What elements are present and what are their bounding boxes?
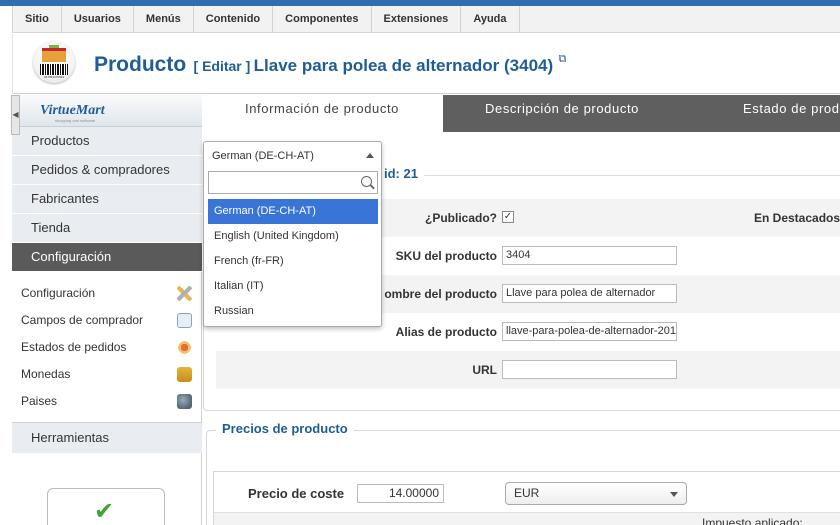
currency-select[interactable]: EUR [505, 482, 687, 505]
url-label: URL [472, 363, 497, 377]
tab-informacion[interactable]: Información de producto [203, 95, 443, 132]
language-search-input[interactable] [208, 171, 378, 194]
save-button[interactable]: ✔ [47, 488, 165, 525]
submenu-label: Paises [21, 394, 58, 408]
page-title-action: [ Editar ] [193, 58, 251, 74]
submenu-label: Configuración [21, 286, 96, 300]
language-option[interactable]: German (DE-CH-AT) [208, 199, 378, 224]
alias-input[interactable]: llave-para-polea-de-alternador-2014-( [502, 322, 677, 341]
cost-label: Precio de coste [248, 486, 345, 501]
search-icon [361, 176, 372, 187]
legend-rule [404, 175, 840, 176]
sidebar-item-tienda[interactable]: Tienda [12, 214, 202, 243]
language-option[interactable]: Italian (IT) [208, 274, 378, 299]
sidebar-submenu: Configuración Campos de comprador Estado… [12, 280, 202, 415]
menu-contenido[interactable]: Contenido [194, 6, 274, 33]
menu-extensiones[interactable]: Extensiones [372, 6, 462, 33]
sku-label: SKU del producto [395, 249, 497, 263]
sidebar-item-configuracion[interactable]: Configuración [12, 243, 202, 272]
url-input[interactable] [502, 360, 677, 379]
prices-table: Precio de coste 14.00000 EUR Impuesto ap… [213, 471, 840, 525]
form-icon [177, 313, 192, 328]
menu-sitio[interactable]: Sitio [12, 6, 62, 33]
external-link-icon[interactable]: ⧉ [559, 53, 567, 65]
submenu-label: Estados de pedidos [21, 340, 127, 354]
submenu-item-monedas[interactable]: Monedas [12, 361, 202, 388]
checkmark-icon: ✔ [94, 498, 115, 525]
menu-ayuda[interactable]: Ayuda [461, 6, 520, 33]
submenu-item-estados[interactable]: Estados de pedidos [12, 334, 202, 361]
sidebar: VirtueMart shopping cart software Produc… [12, 95, 202, 525]
language-option[interactable]: English (United Kingdom) [208, 224, 378, 249]
published-label: ¿Publicado? [425, 211, 497, 225]
sidebar-item-fabricantes[interactable]: Fabricantes [12, 185, 202, 214]
sidebar-menu: Productos Pedidos & compradores Fabrican… [12, 127, 202, 272]
name-label: ombre del producto [384, 287, 497, 301]
virtuemart-logo-subtext: shopping cart software [55, 118, 96, 123]
product-name-input[interactable]: Llave para polea de alternador [502, 284, 677, 303]
language-dropdown[interactable]: German (DE-CH-AT) German (DE-CH-AT) Engl… [203, 141, 382, 327]
alias-label: Alias de producto [395, 325, 497, 339]
submenu-label: Monedas [21, 367, 71, 381]
chevron-up-icon [366, 153, 374, 158]
status-icon [177, 340, 192, 355]
prices-legend: Precios de producto [216, 421, 354, 436]
sidebar-collapse-handle[interactable]: ◀ [11, 95, 20, 135]
language-option[interactable]: Russian [208, 299, 378, 324]
language-selected[interactable]: German (DE-CH-AT) [204, 142, 381, 171]
page-title: Producto [ Editar ] Llave para polea de … [94, 53, 566, 77]
menu-menus[interactable]: Menús [134, 6, 194, 33]
product-icon: 067894375693 [33, 41, 75, 83]
chevron-down-icon [670, 492, 678, 497]
submenu-item-paises[interactable]: Paises [12, 388, 202, 415]
featured-label: En Destacados [754, 211, 840, 225]
admin-menubar: Sitio Usuarios Menús Contenido Component… [12, 6, 840, 33]
page-title-section: Producto [94, 53, 187, 76]
url-row: URL [216, 351, 840, 389]
tax-label-text: Impuesto aplicado: [702, 516, 803, 525]
virtuemart-logo-text: VirtueMart [40, 103, 105, 118]
page-header: 067894375693 Producto [ Editar ] Llave p… [12, 34, 840, 94]
submenu-label: Campos de comprador [21, 313, 144, 327]
sidebar-item-herramientas[interactable]: Herramientas [12, 422, 202, 453]
sidebar-item-pedidos[interactable]: Pedidos & compradores [12, 156, 202, 185]
coins-icon [177, 367, 192, 382]
tab-descripcion[interactable]: Descripción de producto [485, 95, 639, 132]
legend-rule [357, 430, 840, 431]
globe-icon [177, 394, 192, 409]
language-option[interactable]: French (fr-FR) [208, 249, 378, 274]
wrench-icon [177, 286, 192, 301]
submenu-item-campos[interactable]: Campos de comprador [12, 307, 202, 334]
cost-price-input[interactable]: 14.00000 [357, 484, 444, 503]
submenu-item-configuracion[interactable]: Configuración [12, 280, 202, 307]
virtuemart-logo[interactable]: VirtueMart shopping cart software [12, 95, 202, 127]
published-checkbox[interactable]: ✓ [502, 211, 514, 223]
page-title-product: Llave para polea de alternador (3404) [253, 56, 554, 75]
menu-usuarios[interactable]: Usuarios [62, 6, 134, 33]
barcode-number: 067894375693 [43, 75, 65, 79]
language-options: German (DE-CH-AT) English (United Kingdo… [208, 199, 378, 324]
sidebar-item-productos[interactable]: Productos [12, 127, 202, 156]
sku-input[interactable]: 3404 [502, 246, 677, 265]
prices-fieldset: Precios de producto Precio de coste 14.0… [206, 421, 840, 525]
product-info-legend: id: 21 [378, 166, 424, 181]
currency-value: EUR [514, 486, 540, 500]
product-tabs: Información de producto Descripción de p… [203, 95, 840, 132]
menu-componentes[interactable]: Componentes [273, 6, 372, 33]
tab-estado[interactable]: Estado de prod [743, 95, 840, 132]
